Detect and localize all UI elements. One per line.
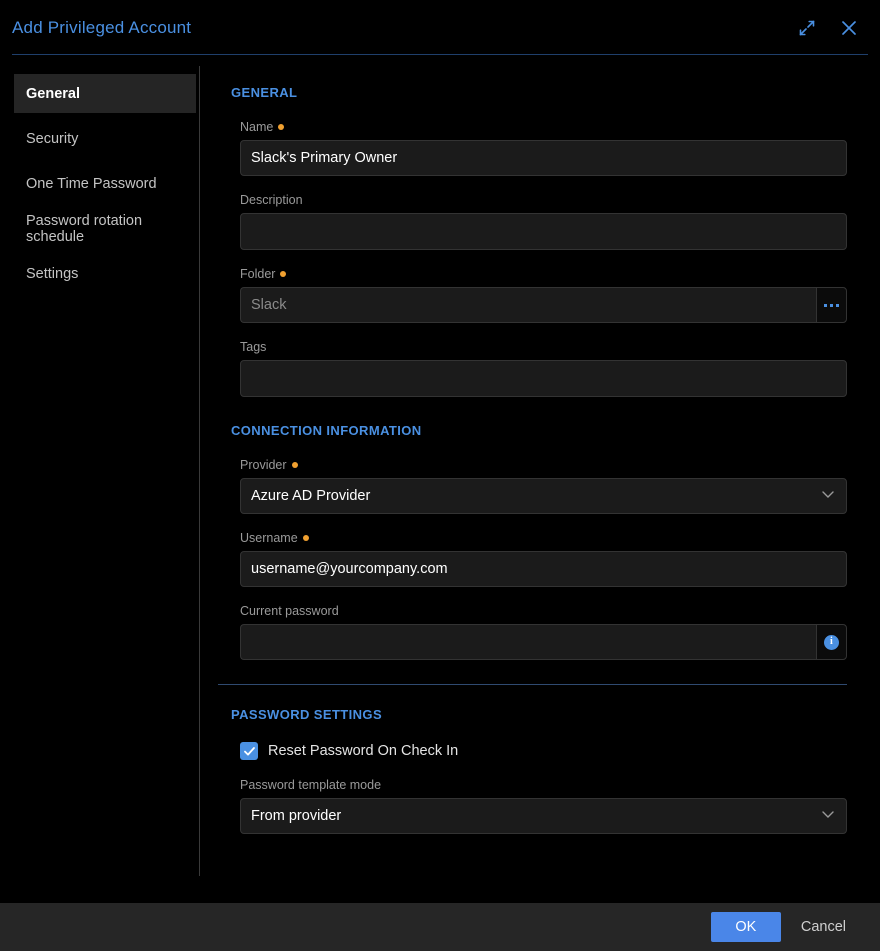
folder-browse-button[interactable]	[816, 287, 847, 323]
field-label-text: Name	[240, 120, 273, 134]
sidebar-item-settings[interactable]: Settings	[14, 254, 196, 293]
field-label-username: Username	[240, 531, 847, 545]
ellipsis-icon	[824, 304, 839, 307]
field-label-text: Provider	[240, 458, 287, 472]
dialog-sidebar: General Security One Time Password Passw…	[0, 55, 200, 903]
field-description: Description	[240, 193, 847, 250]
sidebar-item-label: Settings	[26, 266, 78, 282]
sidebar-item-password-rotation-schedule[interactable]: Password rotation schedule	[14, 209, 196, 248]
required-indicator-icon	[303, 535, 309, 541]
sidebar-item-label: Security	[26, 131, 78, 147]
dialog-body: General Security One Time Password Passw…	[0, 55, 880, 903]
dialog-content: GENERAL Name Slack's Primary Owner Descr…	[200, 55, 880, 903]
password-settings-divider	[218, 684, 847, 685]
field-label-text: Folder	[240, 267, 275, 281]
field-label-text: Current password	[240, 604, 339, 618]
section-heading-password-settings: PASSWORD SETTINGS	[231, 707, 847, 722]
sidebar-item-general[interactable]: General	[14, 74, 196, 113]
chevron-down-icon	[820, 486, 836, 506]
folder-input-group: Slack	[240, 287, 847, 323]
add-privileged-account-dialog: Add Privileged Account	[0, 0, 880, 951]
chevron-down-icon	[820, 806, 836, 826]
field-label-provider: Provider	[240, 458, 847, 472]
sidebar-item-label: One Time Password	[26, 176, 157, 192]
field-label-name: Name	[240, 120, 847, 134]
reset-password-on-check-in-checkbox[interactable]: Reset Password On Check In	[240, 742, 847, 760]
field-password-template-mode: Password template mode From provider	[240, 778, 847, 834]
field-username: Username username@yourcompany.com	[240, 531, 847, 587]
sidebar-item-one-time-password[interactable]: One Time Password	[14, 164, 196, 203]
reset-password-on-check-in-label: Reset Password On Check In	[268, 743, 458, 759]
current-password-info-button[interactable]: i	[816, 624, 847, 660]
field-label-text: Password template mode	[240, 778, 381, 792]
cancel-button[interactable]: Cancel	[795, 913, 852, 941]
folder-input[interactable]: Slack	[240, 287, 816, 323]
field-label-folder: Folder	[240, 267, 847, 281]
sidebar-divider	[199, 66, 200, 876]
sidebar-item-label: Password rotation schedule	[26, 213, 196, 245]
ok-button[interactable]: OK	[711, 912, 781, 942]
section-heading-general: GENERAL	[231, 85, 847, 100]
current-password-input-group: i	[240, 624, 847, 660]
password-template-mode-selected-value: From provider	[251, 808, 341, 824]
provider-select[interactable]: Azure AD Provider	[240, 478, 847, 514]
required-indicator-icon	[292, 462, 298, 468]
sidebar-item-label: General	[26, 86, 80, 102]
section-heading-connection-information: CONNECTION INFORMATION	[231, 423, 847, 438]
field-name: Name Slack's Primary Owner	[240, 120, 847, 176]
current-password-input[interactable]	[240, 624, 816, 660]
password-template-mode-select[interactable]: From provider	[240, 798, 847, 834]
close-icon[interactable]	[836, 15, 862, 41]
description-input[interactable]	[240, 213, 847, 250]
dialog-titlebar: Add Privileged Account	[0, 0, 880, 55]
field-label-description: Description	[240, 193, 847, 207]
restore-window-icon[interactable]	[794, 15, 820, 41]
field-label-password-template-mode: Password template mode	[240, 778, 847, 792]
field-folder: Folder Slack	[240, 267, 847, 323]
tags-input[interactable]	[240, 360, 847, 397]
field-label-text: Username	[240, 531, 298, 545]
field-label-text: Tags	[240, 340, 266, 354]
sidebar-item-security[interactable]: Security	[14, 119, 196, 158]
required-indicator-icon	[280, 271, 286, 277]
dialog-footer: OK Cancel	[0, 903, 880, 951]
field-label-text: Description	[240, 193, 303, 207]
field-tags: Tags	[240, 340, 847, 397]
dialog-title: Add Privileged Account	[12, 18, 191, 38]
field-label-tags: Tags	[240, 340, 847, 354]
field-label-current-password: Current password	[240, 604, 847, 618]
name-input[interactable]: Slack's Primary Owner	[240, 140, 847, 176]
titlebar-actions	[794, 15, 862, 41]
required-indicator-icon	[278, 124, 284, 130]
field-current-password: Current password i	[240, 604, 847, 660]
username-input[interactable]: username@yourcompany.com	[240, 551, 847, 587]
provider-selected-value: Azure AD Provider	[251, 488, 370, 504]
field-provider: Provider Azure AD Provider	[240, 458, 847, 514]
info-icon: i	[824, 635, 839, 650]
checkmark-icon	[240, 742, 258, 760]
